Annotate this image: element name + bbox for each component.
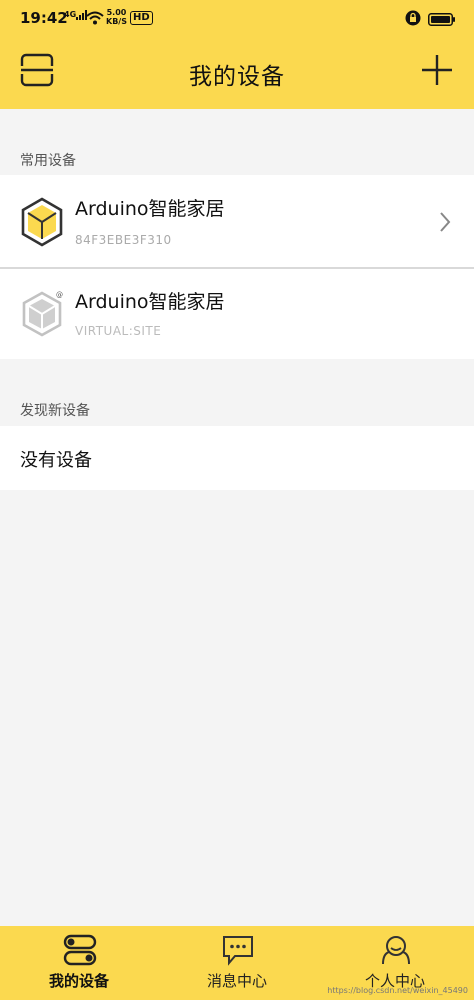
- page-title: 我的设备: [189, 64, 285, 90]
- svg-text:@: @: [56, 291, 63, 299]
- network-speed: 5.00 KB/S: [106, 8, 127, 26]
- battery-icon: [428, 12, 456, 30]
- hd-badge: HD: [130, 11, 153, 25]
- signal-icon: 4G: [64, 10, 88, 23]
- tab-messages[interactable]: 消息中心: [158, 926, 316, 1000]
- status-time: 19:42: [20, 9, 68, 27]
- plus-icon: [422, 55, 452, 85]
- device-name: Arduino智能家居: [75, 198, 225, 220]
- speed-unit: KB/S: [106, 17, 127, 26]
- device-name: Arduino智能家居: [75, 291, 225, 313]
- app-bar: 我的设备: [0, 37, 474, 109]
- empty-text: 没有设备: [20, 450, 92, 471]
- devices-icon: [63, 934, 97, 966]
- watermark: https://blog.csdn.net/weixin_45490: [327, 986, 468, 995]
- device-item[interactable]: Arduino智能家居 84F3EBE3F310: [0, 175, 474, 267]
- device-item[interactable]: @ Arduino智能家居 VIRTUAL:SITE: [0, 269, 474, 359]
- message-icon: [223, 936, 253, 966]
- section-frequent-devices: 常用设备: [20, 153, 76, 169]
- add-device-button[interactable]: [420, 53, 454, 87]
- signal-label: 4G: [64, 10, 77, 19]
- speed-value: 5.00: [106, 8, 127, 17]
- tab-my-devices[interactable]: 我的设备: [0, 926, 158, 1000]
- tab-label: 我的设备: [48, 972, 109, 990]
- status-bar: 19:42 4G 5.00 KB/S HD: [0, 0, 474, 37]
- cube-icon: [21, 197, 63, 247]
- section-discover-devices: 发现新设备: [20, 403, 90, 419]
- tab-label: 消息中心: [206, 972, 267, 990]
- empty-device-list: 没有设备: [0, 426, 474, 490]
- device-id: VIRTUAL:SITE: [75, 324, 162, 338]
- profile-icon: [382, 936, 410, 965]
- chevron-right-icon: [440, 212, 451, 232]
- wifi-icon: [86, 11, 104, 29]
- device-id: 84F3EBE3F310: [75, 233, 172, 247]
- lock-icon: [405, 10, 421, 30]
- cube-icon: @: [22, 291, 63, 337]
